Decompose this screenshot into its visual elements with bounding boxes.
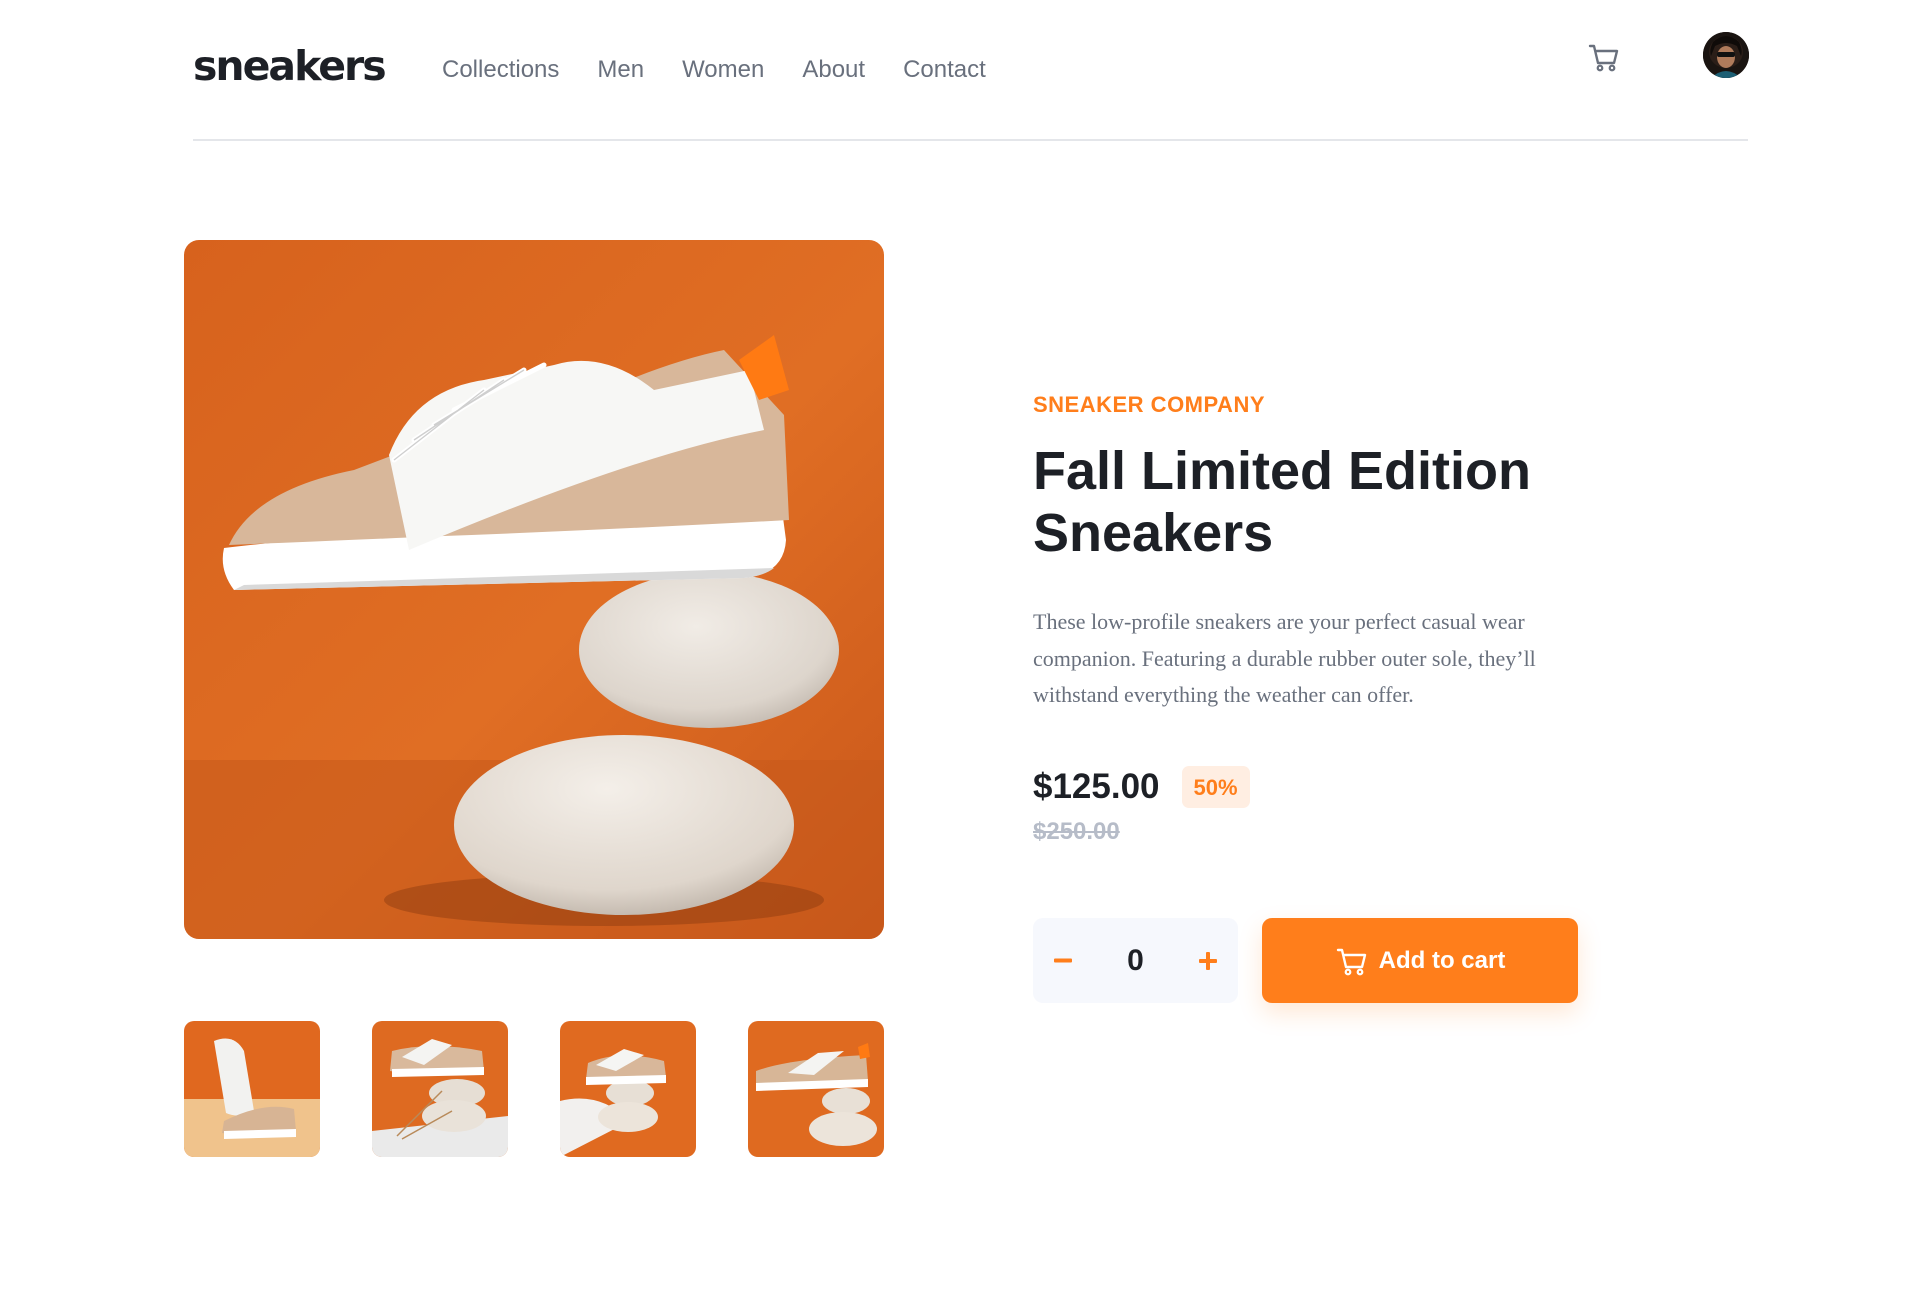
discount-badge: 50% <box>1181 766 1250 808</box>
main-nav: Collections Men Women About Contact <box>442 54 1024 86</box>
product-photo-2 <box>372 1021 508 1157</box>
nav-item-about[interactable]: About <box>802 54 865 86</box>
avatar[interactable] <box>1703 32 1749 78</box>
thumbnail-1[interactable] <box>184 1021 320 1157</box>
product-photo-1 <box>184 240 884 939</box>
thumbnail-2[interactable] <box>372 1021 508 1157</box>
nav-item-contact[interactable]: Contact <box>903 54 986 86</box>
quantity-stepper: 0 <box>1033 918 1238 1003</box>
company-name: SNEAKER COMPANY <box>1033 392 1266 417</box>
site-header: sneakers Collections Men Women About Con… <box>193 0 1749 141</box>
price-row: $125.00 50% <box>1033 765 1250 809</box>
minus-icon <box>1054 958 1072 963</box>
add-to-cart-button[interactable]: Add to cart <box>1262 918 1578 1003</box>
current-price: $125.00 <box>1033 767 1160 806</box>
original-price: $250.00 <box>1033 818 1120 845</box>
nav-item-collections[interactable]: Collections <box>442 54 559 86</box>
avatar-image <box>1703 32 1749 78</box>
product-title-line-1: Fall Limited Edition <box>1033 441 1531 501</box>
product-photo-4 <box>748 1021 884 1157</box>
plus-icon <box>1199 951 1217 970</box>
product-title: Fall Limited Edition Sneakers <box>1033 440 1593 564</box>
nav-item-men[interactable]: Men <box>597 54 644 86</box>
add-to-cart-label: Add to cart <box>1378 946 1506 974</box>
thumbnail-4[interactable] <box>748 1021 884 1157</box>
product-title-line-2: Sneakers <box>1033 503 1274 563</box>
cart-button[interactable] <box>1587 40 1621 74</box>
thumbnail-strip <box>184 1021 884 1157</box>
thumbnail-3[interactable] <box>560 1021 696 1157</box>
decrease-quantity-button[interactable] <box>1033 918 1093 1003</box>
increase-quantity-button[interactable] <box>1178 918 1238 1003</box>
cart-icon <box>1336 948 1366 975</box>
logo[interactable]: sneakers <box>193 40 387 92</box>
cart-icon <box>1588 44 1619 72</box>
nav-item-women[interactable]: Women <box>682 54 764 86</box>
quantity-value[interactable]: 0 <box>1093 918 1178 1003</box>
product-photo-1 <box>184 1021 320 1157</box>
main-product-image[interactable] <box>184 240 884 939</box>
product-description: These low-profile sneakers are your perf… <box>1033 609 1536 707</box>
product-photo-3 <box>560 1021 696 1157</box>
